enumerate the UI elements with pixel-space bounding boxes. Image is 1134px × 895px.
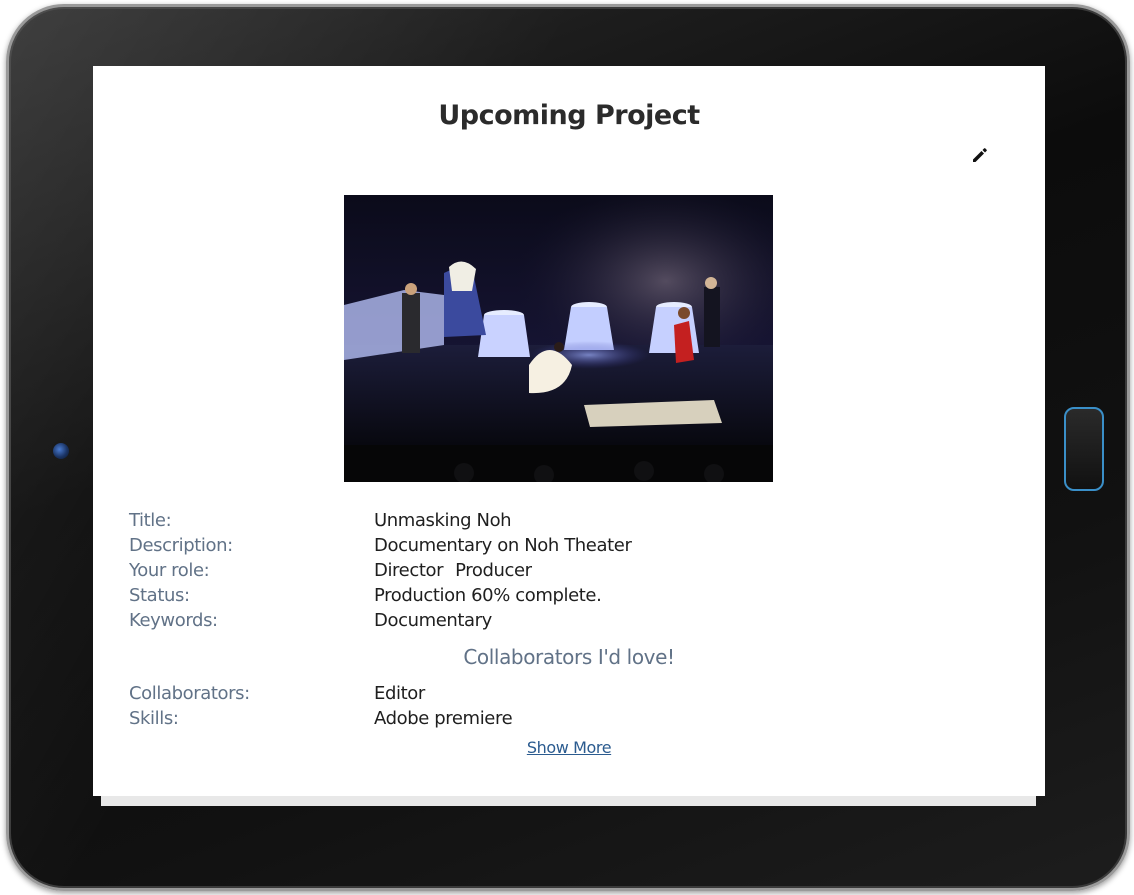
detail-row-skills: Skills: Adobe premiere: [129, 706, 1009, 731]
status-value: Production 60% complete.: [374, 585, 602, 606]
description-label: Description:: [129, 535, 233, 556]
show-more-link[interactable]: Show More: [527, 738, 612, 757]
status-label: Status:: [129, 585, 190, 606]
keywords-value: Documentary: [374, 610, 492, 631]
screen-shadow: [101, 796, 1036, 806]
project-details: Title: Unmasking Noh Description: Docume…: [129, 508, 1009, 731]
camera-icon: [53, 443, 69, 459]
detail-row-role: Your role: Director Producer: [129, 558, 1009, 583]
skills-value: Adobe premiere: [374, 708, 513, 729]
collaborators-value: Editor: [374, 683, 425, 704]
skills-label: Skills:: [129, 708, 179, 729]
title-value: Unmasking Noh: [374, 510, 512, 531]
role-producer: Producer: [455, 560, 532, 581]
role-value: Director Producer: [374, 560, 532, 581]
page-title: Upcoming Project: [438, 100, 700, 131]
collaborators-label: Collaborators:: [129, 683, 250, 704]
detail-row-collaborators: Collaborators: Editor: [129, 681, 1009, 706]
app-screen: Upcoming Project Title: Unmasking Noh De…: [93, 66, 1045, 796]
role-label: Your role:: [129, 560, 210, 581]
keywords-label: Keywords:: [129, 610, 218, 631]
pencil-icon[interactable]: [971, 146, 989, 164]
project-image: [344, 195, 773, 482]
home-button[interactable]: [1064, 407, 1104, 491]
detail-row-status: Status: Production 60% complete.: [129, 583, 1009, 608]
detail-row-title: Title: Unmasking Noh: [129, 508, 1009, 533]
detail-row-keywords: Keywords: Documentary: [129, 608, 1009, 633]
description-value: Documentary on Noh Theater: [374, 535, 632, 556]
detail-row-description: Description: Documentary on Noh Theater: [129, 533, 1009, 558]
collaborators-heading: Collaborators I'd love!: [463, 645, 675, 669]
role-director: Director: [374, 560, 444, 581]
title-label: Title:: [129, 510, 172, 531]
show-more-container: Show More: [93, 738, 1045, 758]
